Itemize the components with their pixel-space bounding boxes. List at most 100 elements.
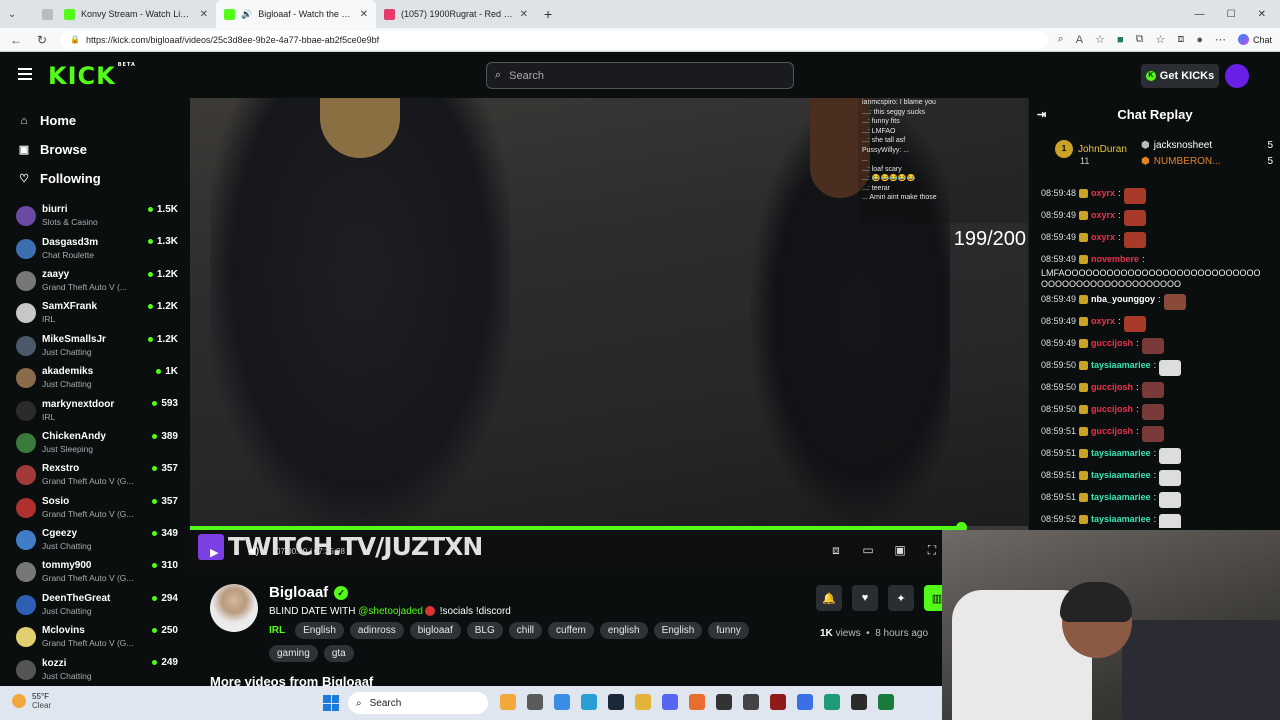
tag-chip[interactable]: cuffem (548, 622, 594, 639)
chat-message[interactable]: 08:59:52 taysiaamariee: (1041, 510, 1277, 528)
close-tab-icon[interactable]: ✕ (360, 9, 368, 20)
url-field[interactable]: 🔒 https://kick.com/bigloaaf/videos/25c3d… (60, 30, 1048, 49)
tag-chip[interactable]: funny (708, 622, 749, 639)
theater-icon[interactable]: ▭ (861, 544, 875, 556)
taskbar-app-icon[interactable] (662, 694, 678, 710)
zoom-icon[interactable]: ⌕ (1058, 33, 1064, 46)
tag-chip[interactable]: English (653, 622, 703, 639)
follow-heart-button[interactable]: ♥ (852, 585, 878, 611)
taskbar-app-icon[interactable] (527, 694, 543, 710)
user-avatar[interactable] (1225, 64, 1249, 88)
sidebar-followed-channel[interactable]: Mclovins Grand Theft Auto V (G... 250 (0, 621, 190, 653)
sidebar-followed-channel[interactable]: DeenTheGreat Just Chatting 294 (0, 589, 190, 621)
sidebar-followed-channel[interactable]: markynextdoor IRL 593 (0, 394, 190, 426)
chat-message[interactable]: 08:59:48 oxyrx: (1041, 184, 1277, 206)
top-gifter[interactable]: 1 JohnDuran (1055, 140, 1127, 158)
message-username[interactable]: oxyrx (1091, 316, 1115, 327)
message-username[interactable]: taysiaamariee (1091, 470, 1151, 481)
sidebar-followed-channel[interactable]: Rexstro Grand Theft Auto V (G... 357 (0, 459, 190, 491)
chat-message[interactable]: 08:59:49 oxyrx: (1041, 312, 1277, 334)
tag-chip[interactable]: BLG (466, 622, 503, 639)
hamburger-menu-icon[interactable] (18, 68, 32, 80)
message-username[interactable]: taysiaamariee (1091, 448, 1151, 459)
sidebar-followed-channel[interactable]: zaayy Grand Theft Auto V (... 1.2K (0, 265, 190, 297)
chat-messages[interactable]: 08:59:48 oxyrx: 08:59:49 oxyrx: 08:59:49 oxyr… (1041, 184, 1277, 528)
message-username[interactable]: guccijosh (1091, 426, 1133, 437)
taskbar-app-icon[interactable] (716, 694, 732, 710)
message-username[interactable]: taysiaamariee (1091, 514, 1151, 525)
taskbar-app-icon[interactable] (608, 694, 624, 710)
fullscreen-icon[interactable]: ⛶ (925, 544, 939, 556)
chat-message[interactable]: 08:59:51 taysiaamariee: (1041, 488, 1277, 510)
play-icon[interactable]: ▶ (210, 546, 218, 559)
taskbar-app-icon[interactable] (500, 694, 516, 710)
puzzle-icon[interactable]: ⧉ (1136, 33, 1144, 46)
close-window-icon[interactable]: ✕ (1258, 9, 1266, 20)
browser-tab-0[interactable]: Konvy Stream - Watch Live on Kick ✕ (56, 0, 216, 28)
chat-message[interactable]: 08:59:51 guccijosh: (1041, 422, 1277, 444)
chat-message[interactable]: 08:59:50 guccijosh: (1041, 378, 1277, 400)
tab-menu-icon[interactable]: ⌄ (8, 9, 16, 20)
collections-icon[interactable]: ⧈ (1177, 33, 1184, 46)
message-username[interactable]: oxyrx (1091, 188, 1115, 199)
new-tab-icon[interactable]: + (536, 6, 560, 22)
browser-tab-1[interactable]: 🔊 Bigloaaf - Watch the VOD on Kick ✕ (216, 0, 376, 28)
message-username[interactable]: guccijosh (1091, 404, 1133, 415)
sidebar-followed-channel[interactable]: Sosio Grand Theft Auto V (G... 357 (0, 492, 190, 524)
favorites-icon[interactable]: ☆ (1155, 33, 1165, 46)
taskbar-app-icon[interactable] (851, 694, 867, 710)
sidebar-item-home[interactable]: ⌂ Home (0, 106, 190, 135)
leader-entry[interactable]: ⬢ NUMBERON... 5 (1141, 156, 1273, 167)
taskbar-app-icon[interactable] (878, 694, 894, 710)
tag-chip[interactable]: adinross (349, 622, 404, 639)
close-tab-icon[interactable]: ✕ (520, 9, 528, 20)
message-username[interactable]: novembere (1091, 254, 1139, 265)
leader-entry[interactable]: ⬢ jacksnosheet 5 (1141, 140, 1273, 151)
collapse-chat-icon[interactable]: ⇥ (1037, 108, 1046, 121)
taskbar-app-icon[interactable] (689, 694, 705, 710)
taskbar-search[interactable]: ⌕ Search (348, 692, 488, 714)
profile-icon[interactable]: ● (1196, 34, 1203, 46)
taskbar-app-icon[interactable] (554, 694, 570, 710)
tag-chip[interactable]: English (295, 622, 344, 639)
weather-widget[interactable]: 55°F Clear (12, 692, 51, 710)
message-username[interactable]: taysiaamariee (1091, 492, 1151, 503)
maximize-icon[interactable]: ☐ (1227, 9, 1236, 20)
tag-chip[interactable]: bigloaaf (409, 622, 461, 639)
more-icon[interactable]: ⋯ (1215, 33, 1226, 46)
sidebar-followed-channel[interactable]: Cgeezy Just Chatting 349 (0, 524, 190, 556)
message-username[interactable]: guccijosh (1091, 382, 1133, 393)
chat-message[interactable]: 08:59:49 guccijosh: (1041, 334, 1277, 356)
search-input[interactable]: ⌕ Search (486, 62, 794, 89)
sidebar-followed-channel[interactable]: kozzi Just Chatting 249 (0, 653, 190, 685)
taskbar-app-icon[interactable] (635, 694, 651, 710)
chat-message[interactable]: 08:59:49 oxyrx: (1041, 206, 1277, 228)
tag-chip[interactable]: gaming (269, 645, 318, 662)
message-username[interactable]: oxyrx (1091, 210, 1115, 221)
get-kicks-button[interactable]: K Get KICKs (1141, 64, 1219, 88)
sidebar-item-browse[interactable]: ▣ Browse (0, 135, 190, 164)
sidebar-followed-channel[interactable]: SamXFrank IRL 1.2K (0, 297, 190, 329)
close-tab-icon[interactable]: ✕ (200, 9, 208, 20)
sidebar-item-following[interactable]: ♡ Following (0, 164, 190, 193)
taskbar-app-icon[interactable] (797, 694, 813, 710)
channel-avatar[interactable] (210, 584, 258, 632)
category-link[interactable]: IRL (269, 625, 285, 636)
sidebar-followed-channel[interactable]: Dasgasd3m Chat Roulette 1.3K (0, 232, 190, 264)
copilot-chat-button[interactable]: Chat (1237, 34, 1272, 45)
pip-icon[interactable]: ▣ (893, 544, 907, 556)
sidebar-followed-channel[interactable]: ChickenAndy Just Sleeping 389 (0, 427, 190, 459)
taskbar-app-icon[interactable] (581, 694, 597, 710)
video-player[interactable]: ianmcspiro: I blame you ....: this seggy … (190, 98, 1028, 530)
taskbar-app-icon[interactable] (824, 694, 840, 710)
channel-name[interactable]: Bigloaaf ✓ (269, 584, 349, 601)
chat-message[interactable]: 08:59:50 guccijosh: (1041, 400, 1277, 422)
message-username[interactable]: nba_younggoy (1091, 294, 1155, 305)
message-username[interactable]: taysiaamariee (1091, 360, 1151, 371)
reload-icon[interactable]: ↻ (34, 33, 50, 47)
volume-icon[interactable]: ◀) (248, 546, 259, 557)
chat-message[interactable]: 08:59:49 oxyrx: (1041, 228, 1277, 250)
clip-icon[interactable]: ⧈ (829, 544, 843, 556)
sidebar-followed-channel[interactable]: tommy900 Grand Theft Auto V (G... 310 (0, 556, 190, 588)
extension-icon[interactable]: ■ (1117, 34, 1124, 46)
